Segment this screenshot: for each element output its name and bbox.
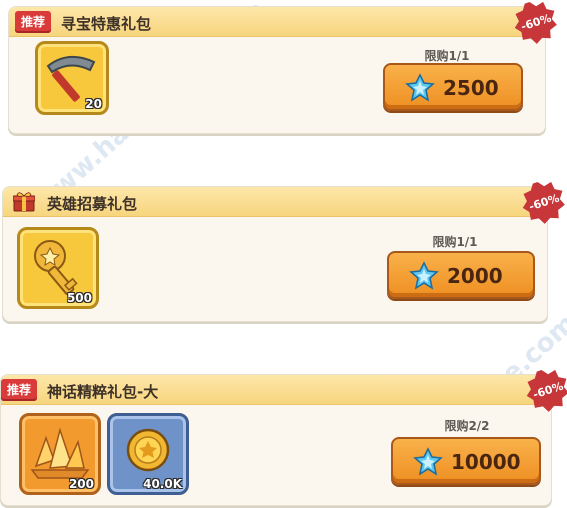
item-slot-crystal[interactable]: 200 bbox=[19, 413, 101, 495]
recommend-badge: 推荐 bbox=[15, 11, 52, 33]
price-label: 10000 bbox=[451, 450, 521, 474]
item-quantity: 200 bbox=[68, 477, 94, 491]
item-quantity: 40.0K bbox=[143, 477, 182, 491]
blue-diamond-icon bbox=[405, 73, 435, 102]
purchase-limit: 限购1/1 bbox=[432, 235, 478, 249]
item-slot-key[interactable]: 500 bbox=[17, 227, 99, 309]
pack-card-hero: 英雄招募礼包 500 限购1/1 2000 bbox=[2, 186, 548, 322]
buy-button[interactable]: 10000 bbox=[391, 437, 541, 485]
price-label: 2000 bbox=[447, 264, 503, 288]
item-quantity: 500 bbox=[66, 291, 92, 305]
price-label: 2500 bbox=[443, 76, 499, 100]
purchase-limit: 限购1/1 bbox=[424, 49, 470, 63]
recommend-badge: 推荐 bbox=[1, 379, 38, 401]
pack-title: 神话精粹礼包-大 bbox=[47, 383, 159, 401]
gift-icon bbox=[13, 192, 35, 212]
blue-diamond-icon bbox=[409, 261, 439, 290]
blue-diamond-icon bbox=[413, 447, 443, 476]
item-slot-pickaxe[interactable]: 20 bbox=[35, 41, 109, 115]
purchase-limit: 限购2/2 bbox=[444, 419, 490, 433]
buy-button[interactable]: 2500 bbox=[383, 63, 523, 111]
buy-button[interactable]: 2000 bbox=[387, 251, 535, 299]
pack-title: 寻宝特惠礼包 bbox=[61, 15, 152, 33]
pack-title: 英雄招募礼包 bbox=[47, 195, 138, 213]
item-quantity: 20 bbox=[85, 97, 102, 111]
item-slot-gold-coin[interactable]: 40.0K bbox=[107, 413, 189, 495]
pack-card-treasure: 推荐 寻宝特惠礼包 20 限购1/1 2500 bbox=[8, 6, 546, 134]
pack-card-myth: 推荐 神话精粹礼包-大 200 40.0K 限购2/2 10000 bbox=[0, 374, 552, 506]
